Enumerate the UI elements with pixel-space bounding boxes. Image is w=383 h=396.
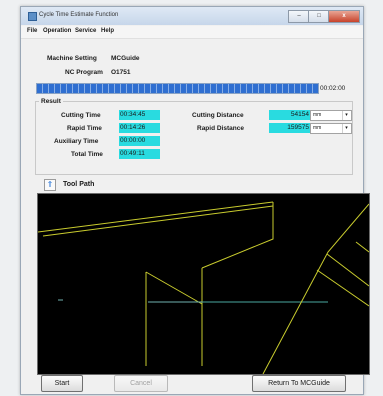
app-icon (28, 12, 37, 21)
total-time-field: 00:49:11 (119, 149, 160, 159)
start-button[interactable]: Start (41, 375, 83, 392)
chevron-down-icon: ▾ (342, 111, 350, 120)
rapid-time-field: 00:14:26 (119, 123, 160, 133)
progress-fill (37, 84, 318, 93)
chevron-down-icon: ▾ (342, 124, 350, 133)
tool-path-line (145, 271, 203, 305)
cutting-distance-field: 54154 (269, 110, 310, 120)
tool-path-drawing (38, 201, 369, 374)
result-title: Result (39, 98, 63, 105)
cutting-time-field: 00:34:45 (119, 110, 160, 120)
window-title: Cycle Time Estimate Function (39, 12, 119, 18)
tool-path-line (42, 205, 274, 237)
cancel-button[interactable]: Cancel (114, 375, 168, 392)
menu-bar: File Operation Service Help (21, 26, 363, 39)
rapid-distance-field: 159575 (269, 123, 310, 133)
nc-program-label: NC Program (65, 69, 103, 76)
machine-setting-label: Machine Setting (47, 55, 97, 62)
minimize-button[interactable]: – (288, 10, 310, 23)
total-time-label: Total Time (71, 151, 103, 158)
tool-path-line (316, 269, 369, 307)
tool-path-line (201, 206, 274, 269)
rapid-time-label: Rapid Time (67, 125, 102, 132)
rapid-distance-unit-select[interactable]: mm ▾ (310, 123, 352, 134)
close-button[interactable]: x (328, 10, 360, 23)
tool-path-label: Tool Path (63, 181, 95, 188)
auxiliary-time-field: 00:00:00 (119, 136, 160, 146)
menu-help[interactable]: Help (101, 28, 114, 34)
progress-time: 00:02:00 (320, 85, 346, 92)
tool-path-line (262, 203, 369, 374)
progress-bar (36, 83, 319, 94)
nc-program-value: O1751 (111, 69, 131, 76)
auxiliary-time-label: Auxiliary Time (54, 138, 99, 145)
cutting-distance-unit-select[interactable]: mm ▾ (310, 110, 352, 121)
cutting-distance-unit: mm (313, 112, 322, 118)
cutting-distance-label: Cutting Distance (192, 112, 244, 119)
rapid-distance-label: Rapid Distance (197, 125, 244, 132)
menu-file[interactable]: File (27, 28, 37, 34)
tool-path-canvas[interactable] (37, 193, 370, 375)
machine-setting-value: MCGuide (111, 55, 140, 62)
tool-path-toggle-button[interactable]: ⇑ (44, 179, 56, 191)
rapid-distance-unit: mm (313, 125, 322, 131)
menu-operation[interactable]: Operation (43, 28, 71, 34)
menu-service[interactable]: Service (75, 28, 96, 34)
maximize-button[interactable]: □ (308, 10, 330, 23)
title-bar[interactable]: Cycle Time Estimate Function – □ x (21, 7, 363, 25)
cycle-time-window: Cycle Time Estimate Function – □ x File … (20, 6, 370, 395)
tool-path-line (38, 201, 274, 233)
cutting-time-label: Cutting Time (61, 112, 101, 119)
return-to-mcguide-button[interactable]: Return To MCGuide (252, 375, 346, 392)
tool-path-line (355, 241, 369, 253)
